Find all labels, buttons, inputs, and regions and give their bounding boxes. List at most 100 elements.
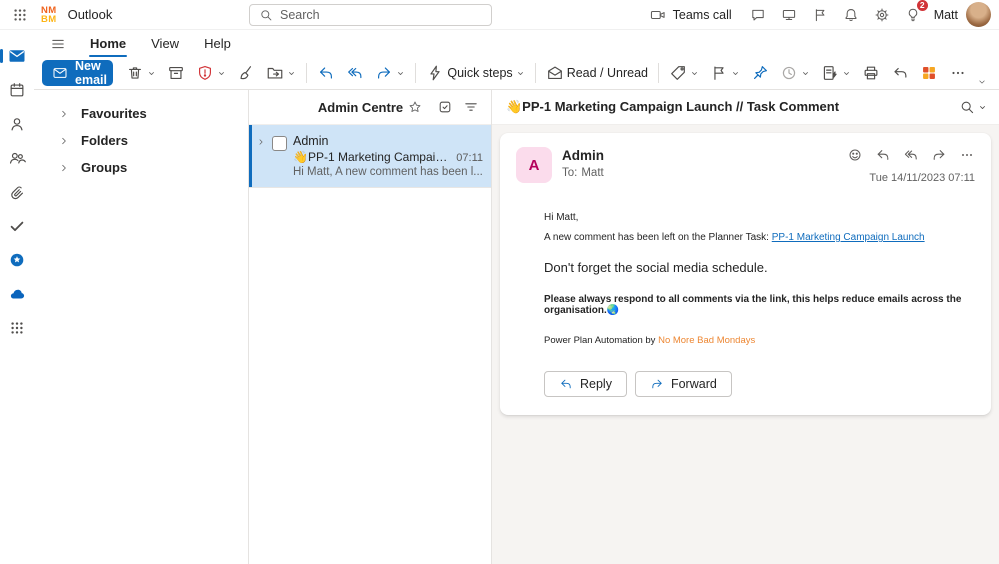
tab-home[interactable]: Home bbox=[79, 32, 137, 55]
folder-pane-toggle-button[interactable] bbox=[44, 32, 72, 56]
recipient-name[interactable]: Matt bbox=[581, 167, 603, 179]
nav-calendar-button[interactable] bbox=[3, 77, 31, 103]
quick-forward-button[interactable]: Forward bbox=[635, 371, 732, 397]
main-area: Home View Help New email bbox=[34, 30, 999, 564]
forward-button[interactable] bbox=[370, 60, 410, 86]
chevron-right-icon[interactable] bbox=[58, 108, 70, 120]
flag-button[interactable] bbox=[705, 60, 745, 86]
chevron-down-icon bbox=[287, 69, 296, 78]
pin-button[interactable] bbox=[746, 60, 774, 86]
tab-help[interactable]: Help bbox=[193, 32, 242, 55]
quick-steps-button[interactable]: Quick steps bbox=[421, 60, 529, 86]
org-logo[interactable]: NM BM bbox=[41, 6, 57, 24]
quick-reply-button[interactable]: Reply bbox=[544, 371, 627, 397]
tree-item-favourites[interactable]: Favourites bbox=[34, 100, 248, 127]
monitor-icon bbox=[781, 7, 797, 23]
email-checkbox[interactable] bbox=[272, 136, 287, 151]
quick-steps-label: Quick steps bbox=[447, 66, 512, 80]
user-avatar[interactable] bbox=[966, 2, 991, 27]
message-subject: 👋PP-1 Marketing Campaign Launch // Task … bbox=[506, 99, 955, 115]
chevron-right-icon[interactable] bbox=[58, 135, 70, 147]
forward-icon bbox=[375, 64, 393, 82]
nav-people-button[interactable] bbox=[3, 111, 31, 137]
select-messages-button[interactable] bbox=[433, 95, 457, 119]
snooze-button[interactable] bbox=[775, 60, 815, 86]
nav-more-apps-button[interactable] bbox=[3, 315, 31, 341]
print-button[interactable] bbox=[857, 60, 885, 86]
planner-task-link[interactable]: PP-1 Marketing Campaign Launch bbox=[772, 232, 925, 243]
tree-item-folders[interactable]: Folders bbox=[34, 127, 248, 154]
folder-title: Admin Centre bbox=[318, 100, 403, 115]
message-actions: Tue 14/11/2023 07:11 bbox=[847, 147, 975, 184]
sender-block: Admin To:Matt bbox=[562, 147, 837, 184]
message-reply-button[interactable] bbox=[875, 147, 891, 163]
search-box[interactable] bbox=[249, 4, 492, 26]
to-label: To: bbox=[562, 167, 577, 179]
tab-view[interactable]: View bbox=[140, 32, 190, 55]
reading-pane: 👋PP-1 Marketing Campaign Launch // Task … bbox=[492, 90, 999, 564]
email-list-item[interactable]: Admin 👋PP-1 Marketing Campaign ... 07:11… bbox=[249, 125, 491, 188]
ribbon-overflow-button[interactable] bbox=[973, 75, 991, 89]
more-commands-button[interactable] bbox=[944, 60, 972, 86]
settings-button[interactable] bbox=[868, 1, 896, 29]
archive-button[interactable] bbox=[162, 60, 190, 86]
automation-brand-link[interactable]: No More Bad Mondays bbox=[658, 335, 755, 346]
app-sidebar bbox=[0, 30, 34, 564]
expand-conversation-chevron[interactable] bbox=[256, 134, 266, 178]
reply-all-icon bbox=[346, 64, 364, 82]
toolbar-divider bbox=[658, 63, 659, 83]
read-unread-button[interactable]: Read / Unread bbox=[541, 60, 653, 86]
reaction-button[interactable] bbox=[847, 147, 863, 163]
nav-groups-button[interactable] bbox=[3, 145, 31, 171]
message-forward-button[interactable] bbox=[931, 147, 947, 163]
nav-files-button[interactable] bbox=[3, 179, 31, 205]
sender-avatar[interactable]: A bbox=[516, 147, 552, 183]
report-button[interactable] bbox=[191, 60, 231, 86]
chevron-right-icon[interactable] bbox=[58, 162, 70, 174]
nav-viva-engage-button[interactable] bbox=[3, 247, 31, 273]
email-subject: 👋PP-1 Marketing Campaign ... bbox=[293, 150, 450, 164]
search-in-message-button[interactable] bbox=[955, 95, 991, 119]
share-screen-button[interactable] bbox=[775, 1, 803, 29]
new-email-main[interactable]: New email bbox=[42, 60, 113, 86]
nav-mail-button[interactable] bbox=[3, 43, 31, 69]
new-email-button[interactable]: New email bbox=[42, 60, 113, 86]
notifications-button[interactable] bbox=[837, 1, 865, 29]
email-preview: Hi Matt, A new comment has been l... bbox=[293, 166, 483, 178]
topbar: NM BM Outlook Teams call 2 Matt bbox=[0, 0, 999, 30]
read-unread-label: Read / Unread bbox=[567, 66, 648, 80]
move-to-button[interactable] bbox=[261, 60, 301, 86]
chevron-down-icon bbox=[842, 69, 851, 78]
message-reply-all-button[interactable] bbox=[903, 147, 919, 163]
categorize-button[interactable] bbox=[664, 60, 704, 86]
reply-all-button[interactable] bbox=[341, 60, 369, 86]
body-greeting: Hi Matt, bbox=[544, 212, 975, 223]
chevron-down-icon bbox=[731, 69, 740, 78]
app-launcher-button[interactable] bbox=[6, 1, 34, 29]
search-input[interactable] bbox=[280, 8, 482, 22]
nav-todo-button[interactable] bbox=[3, 213, 31, 239]
undo-button[interactable] bbox=[886, 60, 914, 86]
onedrive-cloud-icon bbox=[7, 284, 27, 304]
favorite-star-button[interactable] bbox=[408, 100, 422, 114]
tree-item-groups[interactable]: Groups bbox=[34, 154, 248, 181]
tips-button[interactable]: 2 bbox=[899, 1, 927, 29]
sweep-button[interactable] bbox=[232, 60, 260, 86]
feedback-button[interactable] bbox=[806, 1, 834, 29]
add-ins-button[interactable] bbox=[915, 60, 943, 86]
teams-call-button[interactable]: Teams call bbox=[641, 3, 741, 27]
nav-onedrive-button[interactable] bbox=[3, 281, 31, 307]
chat-button[interactable] bbox=[744, 1, 772, 29]
delete-button[interactable] bbox=[121, 60, 161, 86]
body-footer: Power Plan Automation by No More Bad Mon… bbox=[544, 335, 975, 346]
message-more-button[interactable] bbox=[959, 147, 975, 163]
folder-pane: Favourites Folders Groups bbox=[34, 90, 248, 564]
mail-icon bbox=[7, 46, 27, 66]
filter-button[interactable] bbox=[459, 95, 483, 119]
reply-button[interactable] bbox=[312, 60, 340, 86]
calendar-icon bbox=[8, 81, 26, 99]
flag-icon bbox=[710, 64, 728, 82]
undo-icon bbox=[891, 64, 909, 82]
rules-button[interactable] bbox=[816, 60, 856, 86]
person-icon bbox=[8, 115, 26, 133]
